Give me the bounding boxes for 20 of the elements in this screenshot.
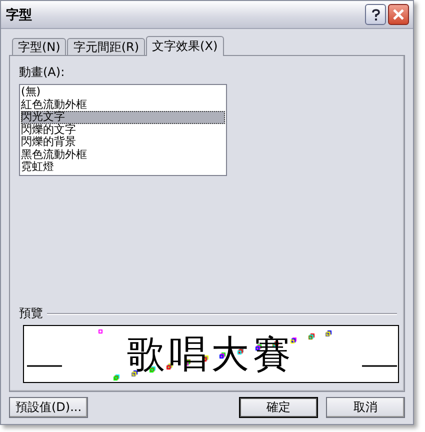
tab[interactable]: 字元間距(R) bbox=[67, 38, 146, 55]
list-item[interactable]: 紅色流動外框 bbox=[21, 98, 225, 111]
dialog-button[interactable]: 取消 bbox=[326, 397, 405, 418]
close-icon bbox=[393, 9, 404, 20]
tab[interactable]: 文字效果(X) bbox=[146, 36, 224, 56]
list-item[interactable]: 閃爍的背景 bbox=[21, 136, 225, 148]
close-button[interactable] bbox=[388, 4, 409, 25]
list-item[interactable]: (無) bbox=[21, 86, 225, 98]
list-item[interactable]: 黑色流動外框 bbox=[21, 148, 225, 161]
tab[interactable]: 字型(N) bbox=[12, 38, 66, 55]
dialog-button[interactable]: 預設值(D)... bbox=[9, 397, 88, 418]
list-item[interactable]: 閃爍的文字 bbox=[21, 124, 225, 136]
help-button[interactable] bbox=[365, 4, 386, 25]
preview-text: 歌唱大賽 bbox=[127, 330, 295, 378]
animation-label: 動畫(A): bbox=[19, 64, 66, 81]
list-item[interactable]: 霓虹燈 bbox=[21, 161, 225, 174]
preview-label: 預覽 bbox=[19, 305, 43, 322]
help-icon bbox=[372, 8, 380, 20]
dialog-button[interactable]: 確定 bbox=[239, 397, 318, 418]
window-title: 字型 bbox=[6, 6, 33, 24]
